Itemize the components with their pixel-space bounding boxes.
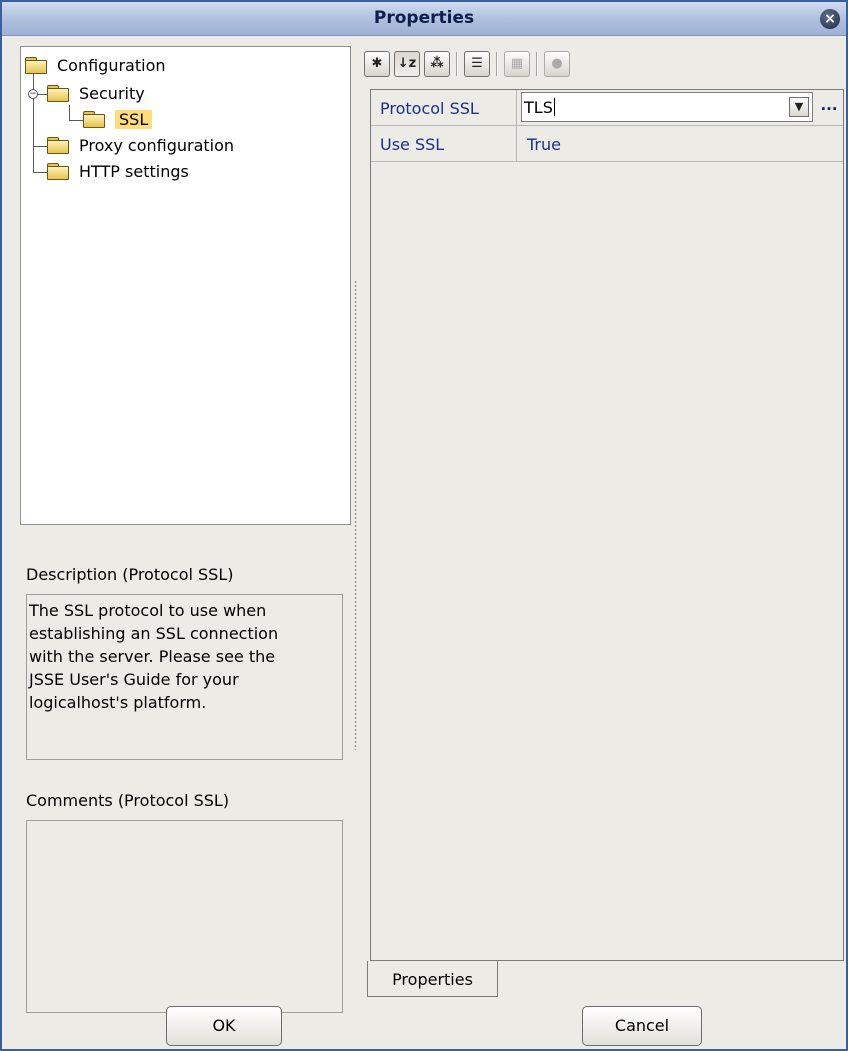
property-row-protocol-ssl[interactable]: Protocol SSL TLS ▼ ... — [371, 90, 843, 126]
tree-item-configuration[interactable]: Configuration — [25, 53, 166, 77]
tree-connector — [33, 67, 34, 173]
tree-item-proxy-configuration[interactable]: Proxy configuration — [47, 133, 234, 157]
property-name: Protocol SSL — [371, 90, 517, 125]
tree-item-security[interactable]: Security — [47, 81, 145, 105]
categorized-icon[interactable]: ⁂ — [424, 51, 450, 77]
folder-icon — [25, 57, 47, 74]
property-value[interactable]: True — [518, 126, 843, 161]
checklist-icon[interactable]: ☰ — [464, 51, 490, 77]
tree-item-ssl[interactable]: SSL — [83, 107, 153, 131]
tree-item-label: Proxy configuration — [79, 135, 235, 155]
description-line: with the server. Please see the — [29, 647, 276, 666]
description-text: The SSL protocol to use when establishin… — [26, 594, 343, 760]
toolbar-separator — [536, 52, 538, 76]
close-icon[interactable]: × — [820, 9, 840, 29]
folder-icon — [47, 137, 69, 154]
combobox-value: TLS — [524, 98, 555, 117]
property-toolbar: ✱ ↓z ⁂ ☰ ▦ ● — [364, 48, 570, 80]
tree-connector — [69, 120, 83, 121]
grid-icon[interactable]: ▦ — [504, 51, 530, 77]
ok-button[interactable]: OK — [166, 1006, 282, 1046]
splitter-handle[interactable] — [354, 280, 357, 750]
window-title: Properties — [373, 8, 475, 28]
tree-connector — [69, 105, 70, 121]
description-line: logicalhost's platform. — [29, 693, 207, 712]
help-icon[interactable]: ● — [544, 51, 570, 77]
toolbar-separator — [456, 52, 458, 76]
property-name: Use SSL — [371, 126, 517, 161]
tree-item-label: SSL — [115, 109, 153, 129]
title-bar[interactable]: Properties × — [2, 2, 846, 36]
description-label: Description (Protocol SSL) — [26, 565, 234, 584]
description-line: establishing an SSL connection — [29, 624, 279, 643]
ellipsis-button[interactable]: ... — [817, 94, 841, 120]
tree-item-http-settings[interactable]: HTTP settings — [47, 159, 189, 183]
folder-icon — [83, 111, 105, 128]
collapse-icon[interactable]: ✱ — [364, 51, 390, 77]
tree-connector — [33, 146, 47, 147]
tree-item-label: Security — [79, 83, 145, 103]
expand-toggle-icon[interactable]: − — [28, 89, 38, 99]
tab-properties[interactable]: Properties — [367, 961, 498, 997]
property-grid: Protocol SSL TLS ▼ ... Use SSL True — [370, 89, 844, 961]
comments-field[interactable] — [26, 820, 343, 1013]
description-line: JSSE User's Guide for your — [29, 670, 239, 689]
sort-alpha-icon[interactable]: ↓z — [394, 51, 420, 77]
folder-icon — [47, 163, 69, 180]
folder-icon — [47, 85, 69, 102]
comments-label: Comments (Protocol SSL) — [26, 791, 230, 810]
configuration-tree: Configuration − Security SSL Proxy confi… — [20, 46, 351, 525]
properties-dialog: Properties × Configuration − Security SS… — [0, 0, 848, 1051]
protocol-ssl-combobox[interactable]: TLS ▼ — [521, 92, 813, 122]
property-row-use-ssl[interactable]: Use SSL True — [371, 126, 843, 162]
toolbar-separator — [496, 52, 498, 76]
chevron-down-icon[interactable]: ▼ — [789, 97, 809, 117]
cancel-button[interactable]: Cancel — [582, 1006, 702, 1046]
tree-connector — [33, 172, 47, 173]
tree-item-label: HTTP settings — [79, 161, 189, 181]
description-line: The SSL protocol to use when — [29, 601, 267, 620]
tree-item-label: Configuration — [57, 55, 166, 75]
